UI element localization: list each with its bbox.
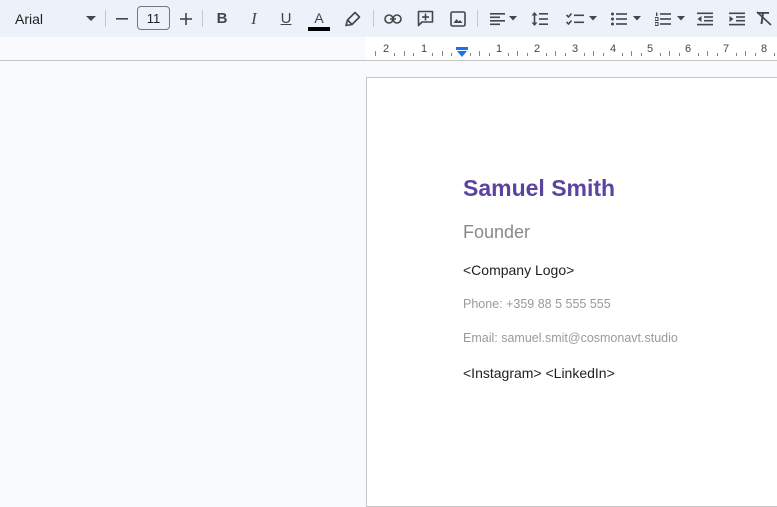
text-color-button[interactable]: A <box>306 0 332 37</box>
email-line[interactable]: Email: samuel.smit@cosmonavt.studio <box>463 331 678 345</box>
bulleted-list-icon <box>611 12 627 25</box>
chevron-down-icon <box>633 16 641 21</box>
checklist-button[interactable] <box>561 0 601 37</box>
insert-link-button[interactable] <box>382 0 404 37</box>
indent-marker-icon[interactable] <box>456 47 468 59</box>
align-left-icon <box>489 12 505 25</box>
formatting-toolbar: Arial 11 B I U A <box>0 0 777 37</box>
toolbar-divider <box>202 10 203 27</box>
phone-line[interactable]: Phone: +359 88 5 555 555 <box>463 297 611 311</box>
company-logo-placeholder[interactable]: <Company Logo> <box>463 262 574 278</box>
ruler-label: 2 <box>382 43 390 55</box>
clear-formatting-icon <box>756 11 772 26</box>
insert-image-button[interactable] <box>447 0 469 37</box>
ruler-label: 1 <box>495 43 503 55</box>
horizontal-ruler-bar: 2 1 1 2 3 4 5 6 7 8 <box>0 37 777 61</box>
italic-icon: I <box>251 8 257 28</box>
checklist-icon <box>565 12 584 25</box>
increase-indent-icon <box>729 12 745 25</box>
clear-formatting-button[interactable] <box>756 0 777 37</box>
increase-indent-button[interactable] <box>726 0 748 37</box>
add-comment-button[interactable] <box>414 0 436 37</box>
decrease-indent-button[interactable] <box>694 0 716 37</box>
ruler-label: 6 <box>684 43 692 55</box>
text-color-icon: A <box>314 9 324 26</box>
font-family-value: Arial <box>15 10 44 27</box>
chevron-down-icon <box>588 16 597 21</box>
ruler-label: 1 <box>420 43 428 55</box>
bold-button[interactable]: B <box>211 0 233 37</box>
ruler-label: 3 <box>571 43 579 55</box>
document-page[interactable] <box>366 77 777 507</box>
toolbar-divider <box>373 10 374 27</box>
image-icon <box>450 10 466 27</box>
decrease-font-size-button[interactable] <box>112 0 132 37</box>
ruler-label: 4 <box>609 43 617 55</box>
signature-name[interactable]: Samuel Smith <box>463 175 615 202</box>
underline-icon: U <box>280 10 292 27</box>
chevron-down-icon <box>677 16 685 21</box>
bulleted-list-button[interactable] <box>606 0 646 37</box>
link-icon <box>384 13 402 24</box>
toolbar-divider <box>105 10 106 27</box>
social-links-placeholder[interactable]: <Instagram> <LinkedIn> <box>463 365 615 381</box>
italic-button[interactable]: I <box>243 0 265 37</box>
signature-title[interactable]: Founder <box>463 222 530 243</box>
chevron-down-icon <box>86 15 96 21</box>
increase-font-size-button[interactable] <box>176 0 196 37</box>
minus-icon <box>116 17 128 20</box>
chevron-down-icon <box>508 16 517 21</box>
horizontal-ruler[interactable]: 2 1 1 2 3 4 5 6 7 8 <box>366 37 777 60</box>
line-spacing-icon <box>531 11 548 26</box>
numbered-list-button[interactable] <box>651 0 689 37</box>
plus-icon <box>180 12 192 25</box>
highlighter-icon <box>345 11 361 26</box>
bold-icon: B <box>216 10 228 27</box>
font-size-input[interactable]: 11 <box>137 6 170 30</box>
ruler-label: 7 <box>722 43 730 55</box>
numbered-list-icon <box>655 12 671 26</box>
toolbar-divider <box>477 10 478 27</box>
ruler-label: 8 <box>760 43 768 55</box>
ruler-label: 2 <box>533 43 541 55</box>
underline-button[interactable]: U <box>275 0 297 37</box>
text-color-swatch <box>308 26 330 31</box>
line-spacing-button[interactable] <box>529 0 551 37</box>
decrease-indent-icon <box>697 12 713 25</box>
highlight-color-button[interactable] <box>342 0 364 37</box>
add-comment-icon <box>417 10 433 27</box>
ruler-label: 5 <box>646 43 654 55</box>
align-button[interactable] <box>486 0 520 37</box>
font-family-select[interactable]: Arial <box>8 0 96 37</box>
